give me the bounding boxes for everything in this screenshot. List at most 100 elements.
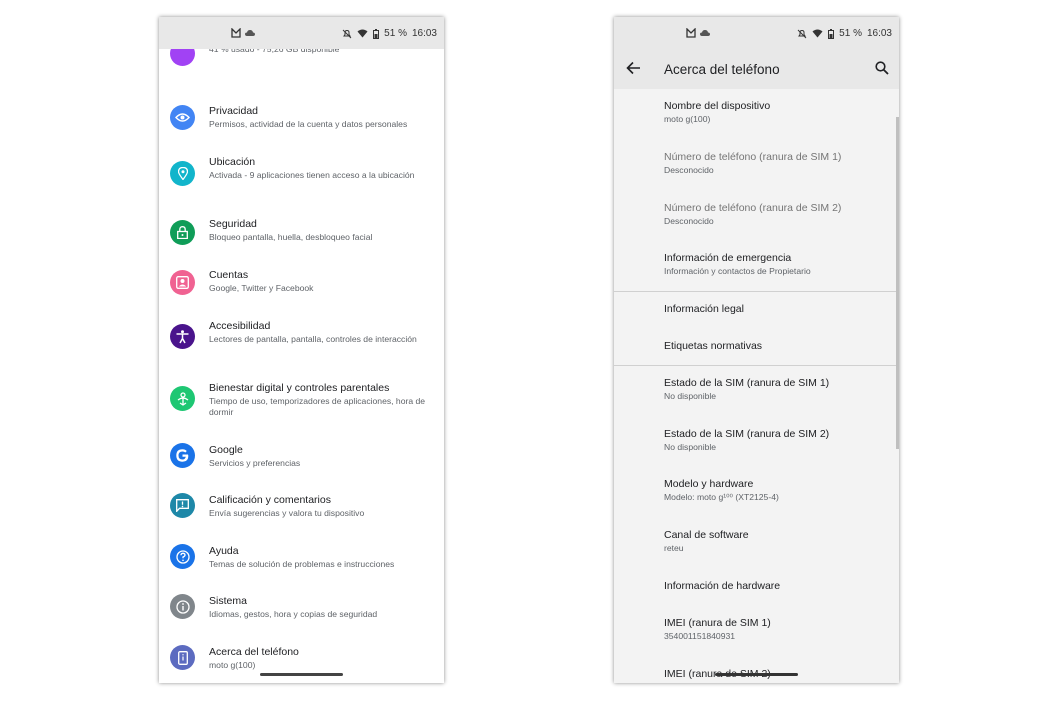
phone-icon <box>170 645 195 670</box>
settings-item-calificacion[interactable]: Calificación y comentarios Envía sugeren… <box>159 493 444 533</box>
settings-item-subtitle: Temas de solución de problemas e instruc… <box>209 559 395 569</box>
about-item-title: Modelo y hardware <box>664 478 754 490</box>
settings-item-subtitle: Envía sugerencias y valora tu dispositiv… <box>209 508 365 518</box>
settings-item-subtitle: moto g(100) <box>209 660 256 670</box>
about-item-phone-number-sim2: Número de teléfono (ranura de SIM 2) Des… <box>664 202 889 227</box>
clock: 16:03 <box>866 28 892 39</box>
location-pin-icon <box>170 161 195 186</box>
bell-off-icon <box>342 29 352 38</box>
home-gesture-bar[interactable] <box>260 673 343 676</box>
about-item-title: Estado de la SIM (ranura de SIM 2) <box>664 428 830 440</box>
settings-item-accesibilidad[interactable]: Accesibilidad Lectores de pantalla, pant… <box>159 319 444 367</box>
about-item-title: Información de hardware <box>664 580 781 592</box>
about-item-title: Nombre del dispositivo <box>664 100 771 112</box>
settings-item-title: Seguridad <box>209 218 257 230</box>
help-icon <box>170 544 195 569</box>
home-gesture-bar[interactable] <box>715 673 798 676</box>
privacy-eye-icon <box>170 105 195 130</box>
settings-item-title: Google <box>209 444 243 456</box>
about-phone-screen: 51 % 16:03 Acerca del teléfono Nombre de… <box>614 17 899 683</box>
notification-icons <box>231 28 257 38</box>
settings-item-subtitle: Google, Twitter y Facebook <box>209 283 314 293</box>
about-item-subtitle: reteu <box>664 543 684 553</box>
accessibility-icon <box>170 324 195 349</box>
about-item-title: IMEI (ranura de SIM 1) <box>664 617 771 629</box>
settings-item-bienestar[interactable]: Bienestar digital y controles parentales… <box>159 381 444 429</box>
settings-item-ayuda[interactable]: Ayuda Temas de solución de problemas e i… <box>159 544 444 584</box>
about-item-software-channel[interactable]: Canal de software reteu <box>664 529 889 554</box>
about-item-sim-status-2[interactable]: Estado de la SIM (ranura de SIM 2) No di… <box>664 428 889 453</box>
settings-item-subtitle: Lectores de pantalla, pantalla, controle… <box>209 334 417 344</box>
about-item-phone-number-sim1: Número de teléfono (ranura de SIM 1) Des… <box>664 151 889 176</box>
about-list: Nombre del dispositivo moto g(100) Númer… <box>614 89 899 683</box>
settings-item-google[interactable]: Google Servicios y preferencias <box>159 443 444 483</box>
about-item-subtitle: moto g(100) <box>664 114 711 124</box>
settings-item-title: Cuentas <box>209 269 249 281</box>
divider <box>614 291 899 292</box>
app-bar: Acerca del teléfono <box>614 49 899 89</box>
lock-icon <box>170 220 195 245</box>
about-item-model-hardware[interactable]: Modelo y hardware Modelo: moto g¹⁰⁰ (XT2… <box>664 478 889 503</box>
settings-item-title: Calificación y comentarios <box>209 494 331 506</box>
about-item-hardware-info[interactable]: Información de hardware <box>664 580 889 593</box>
battery-icon <box>373 28 380 39</box>
account-icon <box>170 270 195 295</box>
divider <box>614 365 899 366</box>
settings-screen: 51 % 16:03 41 % usado - 75,26 GB disponi… <box>159 17 444 683</box>
settings-list: 41 % usado - 75,26 GB disponible Privaci… <box>159 41 444 683</box>
status-bar: 51 % 16:03 <box>614 17 899 49</box>
settings-item-cuentas[interactable]: Cuentas Google, Twitter y Facebook <box>159 268 444 308</box>
back-arrow-icon[interactable] <box>626 61 641 80</box>
about-item-title: Número de teléfono (ranura de SIM 2) <box>664 202 842 214</box>
wifi-icon <box>357 29 368 38</box>
settings-item-acerca[interactable]: Acerca del teléfono moto g(100) <box>159 645 444 683</box>
about-item-subtitle: Información y contactos de Propietario <box>664 266 811 276</box>
settings-item-title: Ubicación <box>209 156 256 168</box>
battery-percent: 51 % <box>384 28 407 39</box>
search-icon[interactable] <box>875 61 889 80</box>
bell-off-icon <box>797 29 807 38</box>
settings-item-title: Accesibilidad <box>209 320 271 332</box>
about-item-title: Información de emergencia <box>664 252 792 264</box>
gmail-cloud-icons <box>231 28 255 38</box>
battery-percent: 51 % <box>839 28 862 39</box>
settings-item-title: Privacidad <box>209 105 259 117</box>
settings-item-subtitle: Bloqueo pantalla, huella, desbloqueo fac… <box>209 232 373 242</box>
settings-item-privacidad[interactable]: Privacidad Permisos, actividad de la cue… <box>159 104 444 144</box>
about-item-regulatory-labels[interactable]: Etiquetas normativas <box>664 340 889 353</box>
settings-item-ubicacion[interactable]: Ubicación Activada - 9 aplicaciones tien… <box>159 155 444 203</box>
google-icon <box>170 443 195 468</box>
settings-item-title: Ayuda <box>209 545 239 557</box>
settings-item-title: Acerca del teléfono <box>209 646 299 658</box>
about-item-title: Canal de software <box>664 529 749 541</box>
wifi-icon <box>812 29 823 38</box>
settings-item-seguridad[interactable]: Seguridad Bloqueo pantalla, huella, desb… <box>159 217 444 257</box>
battery-icon <box>828 28 835 39</box>
wellbeing-icon <box>170 386 195 411</box>
about-item-subtitle: Desconocido <box>664 216 714 226</box>
about-item-title: Estado de la SIM (ranura de SIM 1) <box>664 377 830 389</box>
scrollbar[interactable] <box>896 117 899 449</box>
about-item-legal-info[interactable]: Información legal <box>664 303 889 316</box>
settings-item-subtitle: Servicios y preferencias <box>209 458 301 468</box>
notification-icons <box>686 28 712 38</box>
status-bar: 51 % 16:03 <box>159 17 444 49</box>
settings-item-title: Bienestar digital y controles parentales <box>209 382 390 394</box>
settings-item-subtitle: Idiomas, gestos, hora y copias de seguri… <box>209 609 378 619</box>
about-item-title: Número de teléfono (ranura de SIM 1) <box>664 151 842 163</box>
settings-item-subtitle: Permisos, actividad de la cuenta y datos… <box>209 119 408 129</box>
about-item-sim-status-1[interactable]: Estado de la SIM (ranura de SIM 1) No di… <box>664 377 889 402</box>
info-icon <box>170 594 195 619</box>
settings-item-sistema[interactable]: Sistema Idiomas, gestos, hora y copias d… <box>159 594 444 634</box>
about-item-title: Información legal <box>664 303 744 315</box>
gmail-cloud-icons <box>686 28 710 38</box>
about-item-subtitle: 354001151840931 <box>664 631 736 641</box>
about-item-device-name[interactable]: Nombre del dispositivo moto g(100) <box>664 100 889 125</box>
clock: 16:03 <box>411 28 437 39</box>
page-title: Acerca del teléfono <box>664 62 780 77</box>
about-item-subtitle: No disponible <box>664 391 717 401</box>
about-item-imei-sim1[interactable]: IMEI (ranura de SIM 1) 354001151840931 <box>664 617 889 642</box>
settings-item-title: Sistema <box>209 595 247 607</box>
about-item-emergency-info[interactable]: Información de emergencia Información y … <box>664 252 889 277</box>
about-item-subtitle: No disponible <box>664 442 717 452</box>
